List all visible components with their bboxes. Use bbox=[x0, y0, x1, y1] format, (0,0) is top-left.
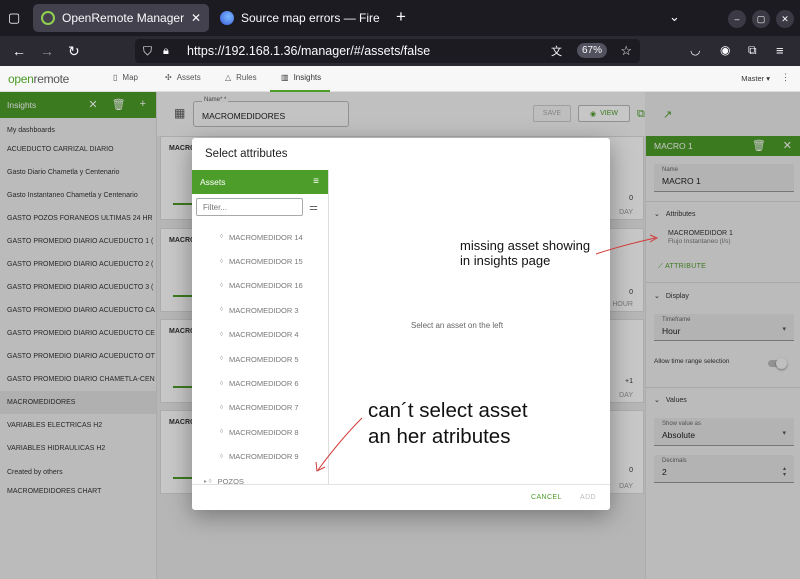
assets-icon: ✣ bbox=[165, 73, 172, 82]
map-icon: ▯ bbox=[113, 73, 118, 82]
asset-tree-item[interactable]: ◊ MACROMEDIDOR 16 bbox=[192, 274, 328, 298]
asset-list: ◊ MACROMEDIDOR 14 ◊ MACROMEDIDOR 15 ◊ MACROME… bbox=[192, 225, 328, 484]
dialog-title: Select attributes bbox=[205, 148, 288, 160]
water-drop-icon: ◊ bbox=[220, 429, 223, 436]
pocket-icon[interactable]: ◡ bbox=[690, 43, 700, 57]
asset-tree-panel: Assets ≡ Filter... ⚌ ◊ MACROMEDIDOR 14 ◊ MA… bbox=[192, 170, 329, 484]
lock-icon[interactable]: 🔒︎ bbox=[163, 45, 169, 58]
water-drop-icon: ◊ bbox=[220, 258, 223, 265]
asset-label: MACROMEDIDOR 3 bbox=[228, 305, 299, 315]
asset-tree-item[interactable]: ◊ MACROMEDIDOR 15 bbox=[192, 249, 328, 273]
forward-icon[interactable]: → bbox=[40, 43, 54, 59]
asset-label: MACROMEDIDOR 6 bbox=[228, 379, 299, 389]
water-drop-icon: ◊ bbox=[220, 380, 223, 387]
shield-icon[interactable]: ⛉ bbox=[143, 44, 152, 59]
nav-map[interactable]: ▯ Map bbox=[113, 73, 138, 82]
filter-options-icon[interactable]: ⚌ bbox=[309, 202, 318, 213]
maximize-icon[interactable]: ▢ bbox=[752, 10, 770, 28]
zoom-badge[interactable]: 67% bbox=[576, 43, 607, 58]
dialog-footer: CANCEL ADD bbox=[192, 484, 610, 510]
water-drop-icon: ◊ bbox=[220, 234, 223, 241]
close-tab-icon[interactable]: ✕ bbox=[191, 11, 201, 25]
more-menu-icon[interactable]: ⋮ bbox=[781, 72, 790, 83]
asset-tree-item[interactable]: ◊ MACROMEDIDOR 7 bbox=[192, 396, 328, 420]
asset-tree-item[interactable]: ◊ MACROMEDIDOR 6 bbox=[192, 371, 328, 395]
assets-header: Assets ≡ bbox=[192, 170, 328, 194]
tab-openremote[interactable]: OpenRemote Manager - ✕ bbox=[33, 4, 209, 32]
asset-tree-item[interactable]: ◊ MACROMEDIDOR 4 bbox=[192, 323, 328, 347]
annotation-missing-asset: missing asset showing in insights page bbox=[460, 238, 591, 268]
firefox-favicon-icon bbox=[220, 11, 234, 25]
extensions-icon[interactable]: ⧉ bbox=[748, 43, 757, 58]
url-bar[interactable]: ⛉ 🔒︎ https://192.168.1.36/manager/#/asse… bbox=[135, 39, 640, 63]
app-header: openremote ▯ Map ✣ Assets △ Rules ▥ Insights… bbox=[0, 66, 800, 92]
cancel-button[interactable]: CANCEL bbox=[531, 494, 562, 501]
new-tab-icon[interactable]: + bbox=[396, 7, 406, 27]
list-all-tabs-icon[interactable]: ⌄ bbox=[669, 9, 680, 25]
openremote-favicon-icon bbox=[41, 11, 55, 25]
asset-tree-item[interactable]: ▸ ◊ POZOS bbox=[192, 469, 328, 484]
water-drop-icon: ◊ bbox=[220, 356, 223, 363]
add-button[interactable]: ADD bbox=[580, 494, 596, 501]
nav-insights[interactable]: ▥ Insights bbox=[281, 73, 321, 82]
asset-label: MACROMEDIDOR 14 bbox=[228, 232, 303, 242]
asset-tree-item[interactable]: ◊ MACROMEDIDOR 3 bbox=[192, 298, 328, 322]
minimize-icon[interactable]: – bbox=[728, 10, 746, 28]
nav-rules[interactable]: △ Rules bbox=[225, 73, 257, 82]
asset-label: MACROMEDIDOR 9 bbox=[228, 452, 299, 462]
asset-label: MACROMEDIDOR 15 bbox=[228, 257, 303, 267]
url-text: https://192.168.1.36/manager/#/assets/fa… bbox=[187, 44, 431, 58]
asset-tree-item[interactable]: ◊ MACROMEDIDOR 14 bbox=[192, 225, 328, 249]
water-drop-icon: ◊ bbox=[220, 307, 223, 314]
water-drop-icon: ◊ bbox=[220, 404, 223, 411]
asset-label: MACROMEDIDOR 8 bbox=[228, 427, 299, 437]
sort-icon[interactable]: ≡ bbox=[313, 176, 319, 187]
asset-label: POZOS bbox=[217, 476, 244, 484]
browser-tab-bar: ▢ OpenRemote Manager - ✕ Source map erro… bbox=[0, 0, 800, 36]
translate-icon[interactable]: 文 bbox=[551, 43, 562, 59]
empty-attributes-message: Select an asset on the left bbox=[411, 321, 504, 330]
account-icon[interactable]: ◉ bbox=[720, 43, 730, 57]
rules-icon: △ bbox=[225, 73, 232, 82]
asset-label: MACROMEDIDOR 5 bbox=[228, 354, 299, 364]
bookmark-star-icon[interactable]: ☆ bbox=[620, 43, 632, 59]
asset-label: MACROMEDIDOR 16 bbox=[228, 281, 303, 291]
realm-selector[interactable]: Master ▾ bbox=[741, 74, 770, 83]
openremote-logo[interactable]: openremote bbox=[8, 72, 69, 86]
water-drop-icon: ◊ bbox=[220, 453, 223, 460]
asset-label: MACROMEDIDOR 4 bbox=[228, 330, 299, 340]
back-icon[interactable]: ← bbox=[12, 43, 26, 59]
menu-icon[interactable]: ≡ bbox=[776, 43, 784, 58]
browser-nav-bar: ← → ↻ ⛉ 🔒︎ https://192.168.1.36/manager/… bbox=[0, 36, 800, 66]
close-window-icon[interactable]: ✕ bbox=[776, 10, 794, 28]
water-drop-icon: ◊ bbox=[220, 331, 223, 338]
tab-source-map[interactable]: Source map errors — Fire bbox=[212, 4, 392, 32]
asset-tree-item[interactable]: ◊ MACROMEDIDOR 9 bbox=[192, 445, 328, 469]
asset-tree-item[interactable]: ◊ MACROMEDIDOR 5 bbox=[192, 347, 328, 371]
annotation-cant-select: can´t select asset an her atributes bbox=[368, 399, 528, 448]
asset-label: MACROMEDIDOR 7 bbox=[228, 403, 299, 413]
select-attributes-dialog: Select attributes Assets ≡ Filter... ⚌ ◊… bbox=[192, 138, 610, 510]
water-drop-icon: ◊ bbox=[220, 282, 223, 289]
reload-icon[interactable]: ↻ bbox=[68, 43, 80, 60]
asset-filter-input[interactable]: Filter... bbox=[196, 198, 303, 216]
tab-list-icon[interactable]: ▢ bbox=[8, 10, 20, 26]
insights-icon: ▥ bbox=[281, 73, 289, 82]
nav-assets[interactable]: ✣ Assets bbox=[165, 73, 201, 82]
asset-tree-item[interactable]: ◊ MACROMEDIDOR 8 bbox=[192, 420, 328, 444]
